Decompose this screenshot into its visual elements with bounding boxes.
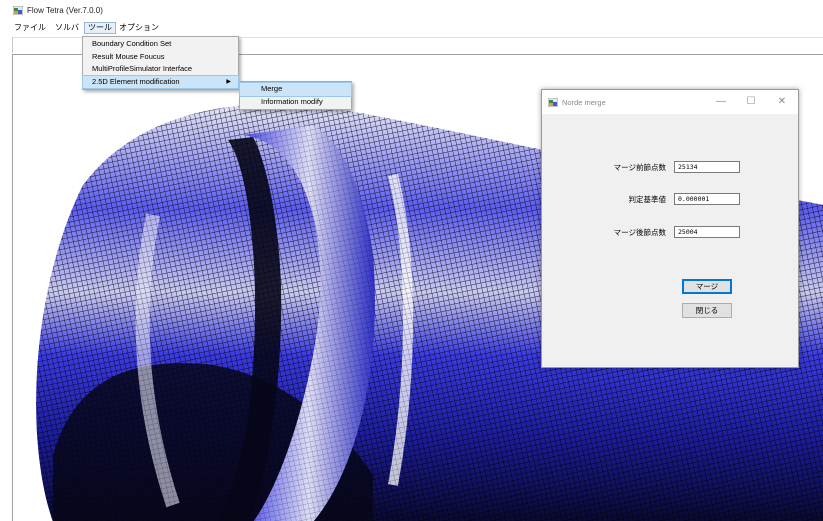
window-title: Flow Tetra (Ver.7.0.0): [27, 6, 103, 15]
maximize-icon[interactable]: ☐: [745, 95, 757, 108]
menu-item-information-modify[interactable]: Information modify: [240, 96, 351, 109]
submenu-arrow-icon: ▶: [226, 78, 231, 85]
close-button[interactable]: 閉じる: [682, 303, 732, 318]
minimize-icon[interactable]: —: [715, 95, 727, 108]
menubar: ファイル ソルバ ツール オプション: [0, 20, 823, 35]
nodes-before-label: マージ前節点数: [613, 163, 666, 172]
threshold-label: 判定基準値: [628, 195, 667, 204]
menu-file[interactable]: ファイル: [11, 22, 49, 34]
menu-item-boundary-condition-set[interactable]: Boundary Condition Set: [83, 38, 238, 51]
tools-dropdown: Boundary Condition Set Result Mouse Fouc…: [82, 36, 239, 90]
app-icon: [13, 6, 23, 15]
threshold-field[interactable]: 0.000001: [674, 193, 740, 205]
dialog-title: Norde merge: [562, 98, 606, 107]
nodes-before-field[interactable]: 25134: [674, 161, 740, 173]
window-titlebar: Flow Tetra (Ver.7.0.0): [0, 0, 823, 20]
norde-merge-dialog: Norde merge — ☐ ✕ マージ前節点数 25134 判定基準値 0.…: [541, 89, 799, 368]
menu-item-merge[interactable]: Merge: [239, 82, 352, 97]
menu-item-element-modification[interactable]: 2.5D Element modification ▶: [82, 74, 239, 89]
menu-solver[interactable]: ソルバ: [52, 22, 82, 34]
close-icon[interactable]: ✕: [776, 95, 788, 108]
menu-item-multiprofile-simulator[interactable]: MultiProfileSimulator Interface: [83, 63, 238, 76]
menu-item-result-mouse-focus[interactable]: Result Mouse Foucus: [83, 51, 238, 64]
nodes-after-label: マージ後節点数: [613, 228, 666, 237]
merge-button[interactable]: マージ: [682, 279, 732, 294]
dialog-titlebar: Norde merge — ☐ ✕: [542, 90, 798, 114]
dialog-app-icon: [548, 98, 558, 107]
element-modification-submenu: Merge Information modify: [239, 81, 352, 110]
nodes-after-field[interactable]: 25004: [674, 226, 740, 238]
menu-options[interactable]: オプション: [116, 22, 162, 34]
menu-tools[interactable]: ツール: [84, 22, 116, 34]
